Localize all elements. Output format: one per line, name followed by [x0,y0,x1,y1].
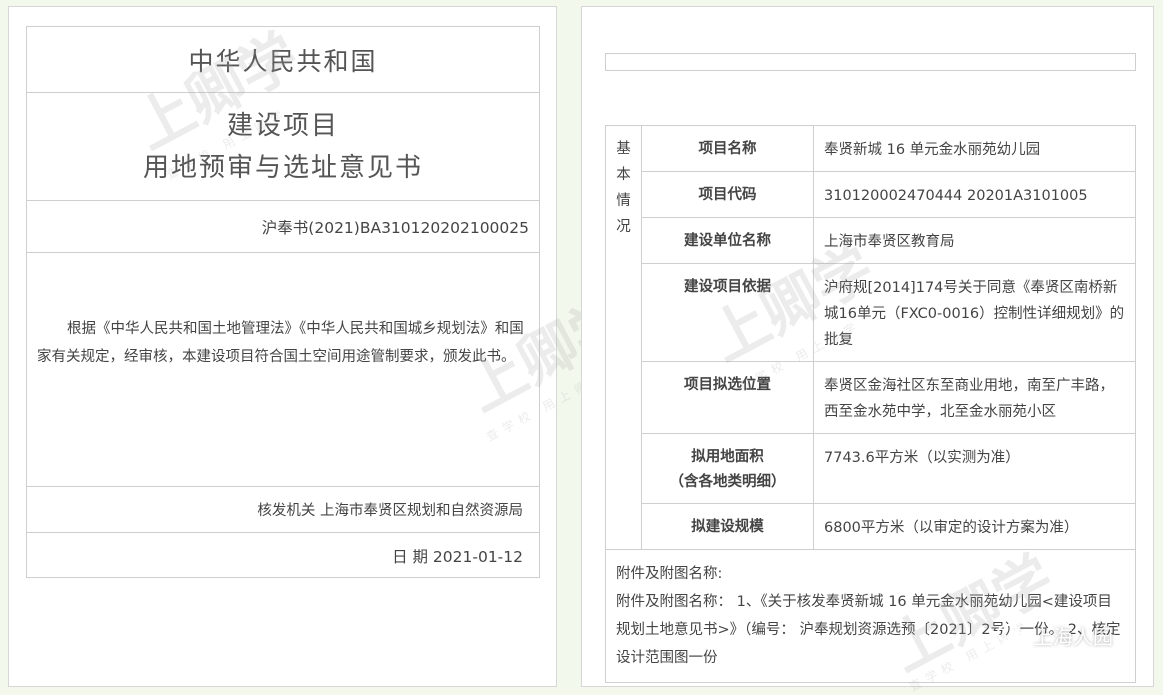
table-row: 基本情况 项目名称 奉贤新城 16 单元金水丽苑幼儿园 [605,125,1136,550]
basic-info-table: 基本情况 项目名称 奉贤新城 16 单元金水丽苑幼儿园 项目代码 3101200… [605,125,1136,683]
row-label: 建设项目依据 [641,263,814,362]
row-value: 上海市奉贤区教育局 [813,217,1136,264]
row-label: 项目代码 [641,171,814,218]
row-label-line-1: 拟用地面积 [691,449,764,465]
table-row: 拟建设规模 6800平方米（以审定的设计方案为准） [606,503,1136,550]
title-line-1: 建设项目 [226,110,339,141]
attachments-cell: 附件及附图名称: 附件及附图名称： 1、《关于核发奉贤新城 16 单元金水丽苑幼… [605,549,1136,683]
table-row: 建设项目依据 沪府规[2014]174号关于同意《奉贤区南桥新城16单元（FXC… [606,263,1136,362]
country-heading: 中华人民共和国 [27,27,539,93]
table-row: 附件及附图名称: 附件及附图名称： 1、《关于核发奉贤新城 16 单元金水丽苑幼… [605,549,1136,683]
row-label: 项目名称 [641,125,814,172]
header-bar [605,53,1136,71]
row-label: 项目拟选位置 [641,361,814,434]
title-line-2: 用地预审与选址意见书 [142,152,423,183]
row-value: 奉贤区金海社区东至商业用地，南至广丰路，西至金水苑中学，北至金水丽苑小区 [813,361,1136,434]
section-label: 基本情况 [605,125,642,550]
wechat-badge: 上海人园 [997,621,1113,650]
badge-text: 上海人园 [1033,625,1113,649]
row-value: 奉贤新城 16 单元金水丽苑幼儿园 [813,125,1136,172]
table-row: 拟用地面积 （含各地类明细） 7743.6平方米（以实测为准） [606,433,1136,504]
row-label: 建设单位名称 [641,217,814,264]
row-label: 拟建设规模 [641,503,814,550]
wechat-icon [997,623,1027,649]
certificate-body: 根据《中华人民共和国土地管理法》《中华人民共和国城乡规划法》和国家有关规定，经审… [27,253,539,487]
table-row: 项目代码 310120002470444 20201A3101005 [606,171,1136,218]
row-value: 沪府规[2014]174号关于同意《奉贤区南桥新城16单元（FXC0-0016）… [813,263,1136,362]
attachments-heading: 附件及附图名称: [616,566,723,582]
certificate-number: 沪奉书(2021)BA310120202100025 [27,201,539,253]
row-value: 310120002470444 20201A3101005 [813,171,1136,218]
row-label: 拟用地面积 （含各地类明细） [641,433,814,504]
details-page: 基本情况 项目名称 奉贤新城 16 单元金水丽苑幼儿园 项目代码 3101200… [581,6,1154,694]
certificate-frame: 中华人民共和国 建设项目 用地预审与选址意见书 沪奉书(2021)BA31012… [26,26,540,578]
issue-date: 日 期 2021-01-12 [392,548,523,566]
certificate-page: 中华人民共和国 建设项目 用地预审与选址意见书 沪奉书(2021)BA31012… [8,6,641,687]
table-row: 建设单位名称 上海市奉贤区教育局 [606,217,1136,264]
certificate-title: 建设项目 用地预审与选址意见书 [27,93,539,201]
section-label-text: 基本情况 [616,141,631,235]
row-value: 7743.6平方米（以实测为准） [813,433,1136,504]
issuing-authority: 核发机关 上海市奉贤区规划和自然资源局 [27,487,539,533]
table-row: 项目拟选位置 奉贤区金海社区东至商业用地，南至广丰路，西至金水苑中学，北至金水丽… [606,361,1136,434]
row-label-line-2: （含各地类明细） [669,474,786,490]
row-value: 6800平方米（以审定的设计方案为准） [813,503,1136,550]
